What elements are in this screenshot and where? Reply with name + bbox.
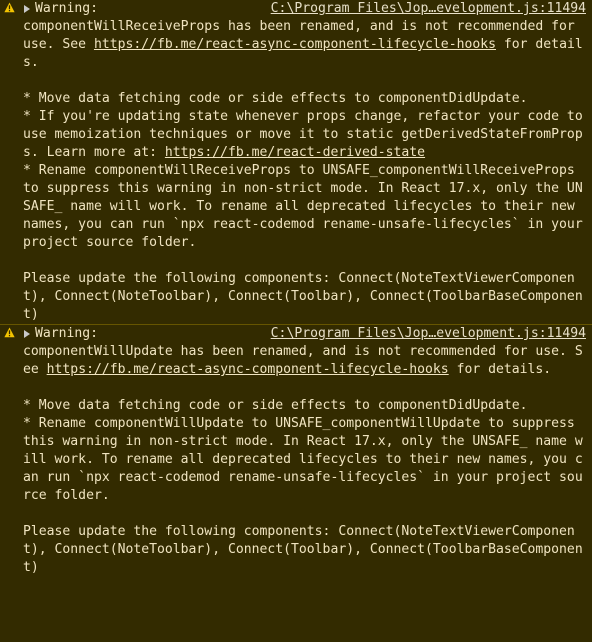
- source-link[interactable]: C:\Program Files\Jop…evelopment.js:11494: [271, 325, 586, 343]
- message-bullet: * Rename componentWillUpdate to UNSAFE_c…: [23, 416, 583, 503]
- message-components: Please update the following components: …: [23, 524, 583, 575]
- message-bullet: * If you're updating state whenever prop…: [23, 109, 591, 160]
- source-link[interactable]: C:\Program Files\Jop…evelopment.js:11494: [271, 0, 586, 18]
- message-intro: componentWillUpdate has been renamed, an…: [23, 344, 583, 377]
- expand-arrow-icon[interactable]: [24, 5, 30, 13]
- expand-arrow-icon[interactable]: [24, 330, 30, 338]
- docs-link[interactable]: https://fb.me/react-derived-state: [165, 145, 425, 160]
- console-message-warning[interactable]: Warning: C:\Program Files\Jop…evelopment…: [0, 324, 592, 577]
- message-bullet: * Rename componentWillReceiveProps to UN…: [23, 163, 591, 250]
- docs-link[interactable]: https://fb.me/react-async-component-life…: [47, 362, 449, 377]
- message-level: Warning:: [35, 1, 99, 16]
- console-message-warning[interactable]: Warning: C:\Program Files\Jop…evelopment…: [0, 0, 592, 324]
- docs-link[interactable]: https://fb.me/react-async-component-life…: [94, 37, 496, 52]
- console-output: Warning: C:\Program Files\Jop…evelopment…: [0, 0, 592, 577]
- message-bullet: * Move data fetching code or side effect…: [23, 91, 528, 106]
- message-components: Please update the following components: …: [23, 271, 583, 322]
- message-intro: componentWillReceiveProps has been renam…: [23, 19, 583, 70]
- warning-triangle-icon: [4, 327, 15, 338]
- message-level: Warning:: [35, 326, 99, 341]
- warning-triangle-icon: [4, 2, 15, 13]
- message-bullet: * Move data fetching code or side effect…: [23, 398, 528, 413]
